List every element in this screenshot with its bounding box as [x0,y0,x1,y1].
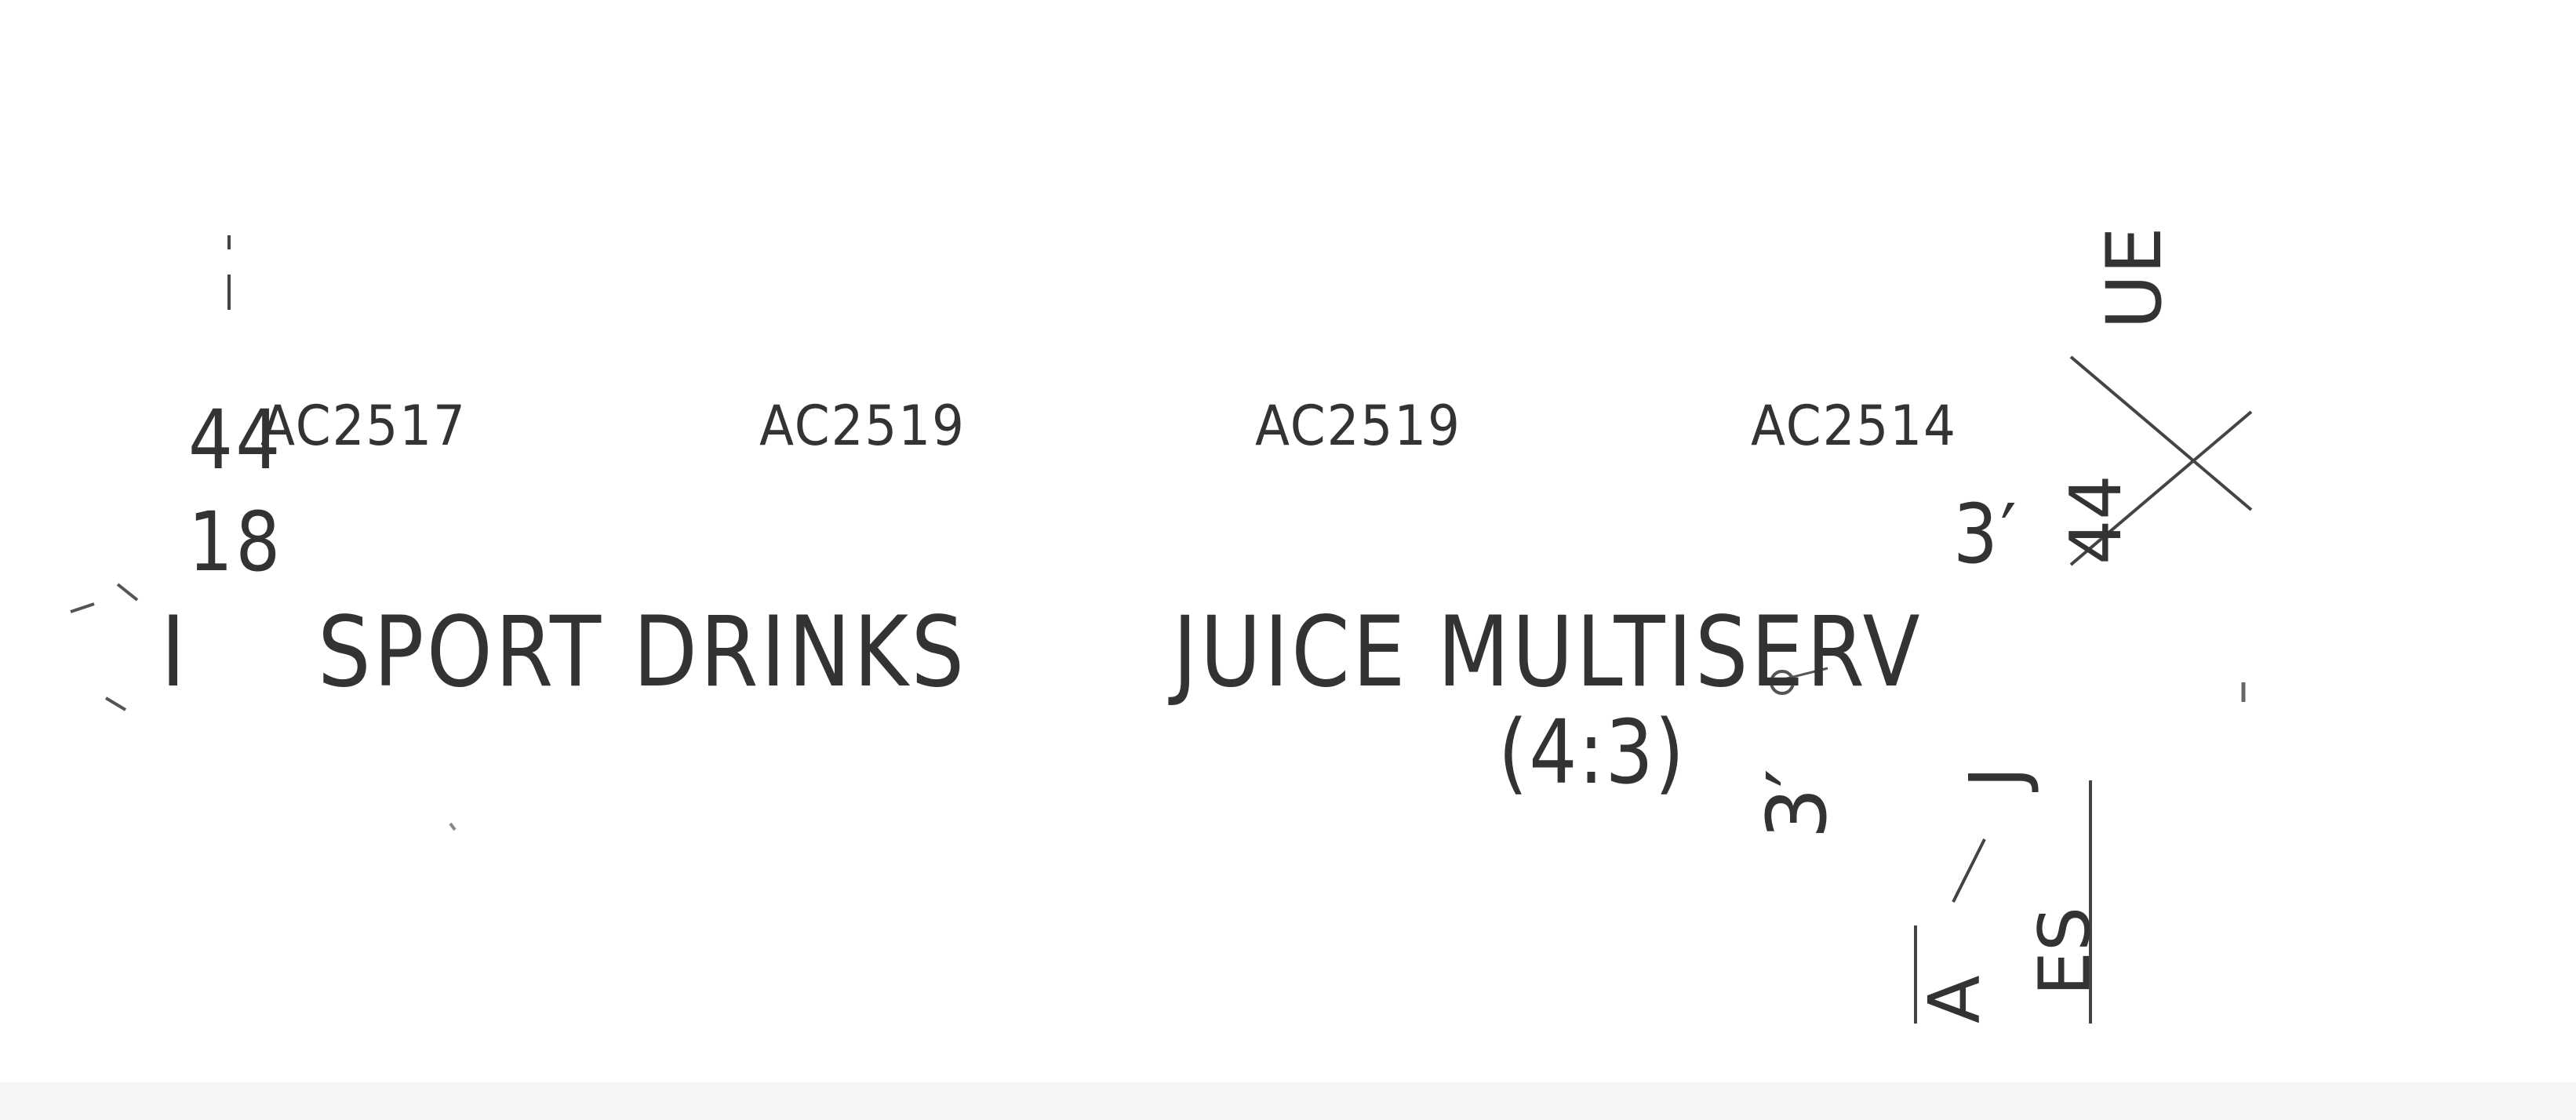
rotated-fragment-es: ES [2024,907,2106,996]
left-dashed-arc [70,583,139,711]
stray-tick [449,822,457,831]
product-code-2: AC2519 [759,394,966,458]
product-code-4: AC2514 [1751,394,1957,458]
right-slash [1952,838,1986,903]
drawing-canvas: 44 18 AC2517 AC2519 AC2519 AC2514 3′ I S… [0,0,2576,1120]
label-sport-drinks: SPORT DRINKS [318,596,967,709]
rotated-fragment-j: J [1953,765,2041,788]
rotated-dimension-3ft: 3′ [1749,769,1845,839]
section-marker: I [161,596,188,709]
product-code-1: AC2517 [260,394,467,458]
right-dimension-3ft: 3′ [1953,486,2020,582]
left-dimension-18: 18 [188,494,283,590]
rotated-dimension-44: 44 [2055,475,2138,565]
product-code-3: AC2519 [1255,394,1461,458]
drawing-linework [70,235,2253,1024]
label-ratio: (4:3) [1498,702,1686,804]
label-juice-multiserv: JUICE MULTISERV [1173,596,1923,709]
rotated-fragment-a: A [1914,975,1996,1024]
rotated-fragment-ue: UE [2090,227,2178,329]
